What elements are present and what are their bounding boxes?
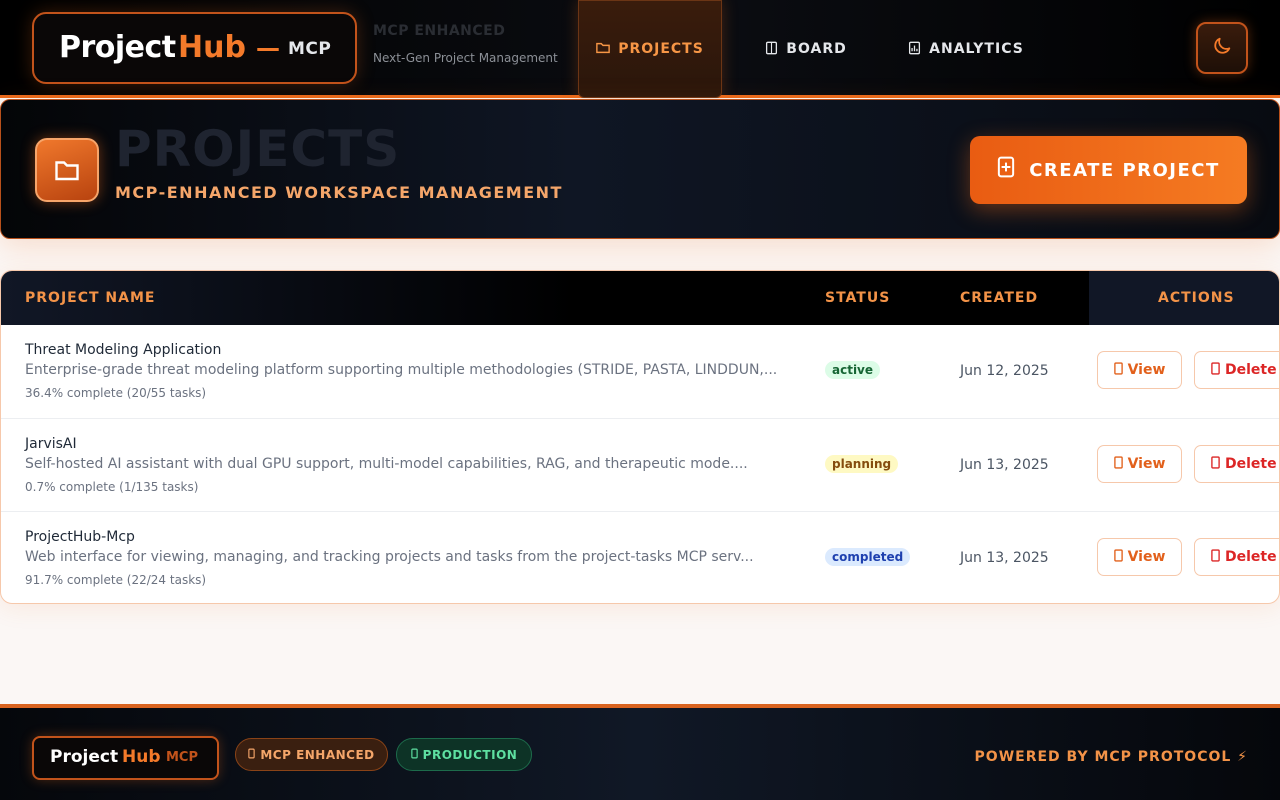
logo-dash: — (256, 34, 280, 62)
create-project-label: CREATE PROJECT (1029, 159, 1220, 181)
folder-icon (596, 40, 611, 59)
table-row[interactable]: JarvisAI Self-hosted AI assistant with d… (1, 418, 1279, 511)
page-subtitle: MCP-ENHANCED WORKSPACE MANAGEMENT (115, 183, 563, 202)
view-button[interactable]: View (1097, 351, 1182, 389)
projects-table: PROJECT NAME STATUS CREATED ACTIONS Thre… (0, 270, 1280, 604)
eye-icon (1113, 361, 1123, 379)
tagline-title: MCP ENHANCED (373, 23, 506, 39)
logo-mcp-text: MCP (288, 39, 332, 59)
project-description: Self-hosted AI assistant with dual GPU s… (25, 456, 748, 472)
tagline-subtitle: Next-Gen Project Management (373, 51, 558, 65)
status-badge: completed (825, 548, 911, 566)
footer-logo-project: Project (50, 747, 119, 767)
trash-icon (1211, 361, 1220, 379)
nav-tab-projects[interactable]: PROJECTS (578, 0, 722, 98)
nav-tab-label: BOARD (786, 41, 847, 57)
eye-icon (1113, 548, 1123, 566)
chart-icon (908, 40, 921, 59)
delete-label: Delete (1225, 549, 1277, 565)
nav-tab-analytics[interactable]: ANALYTICS (896, 0, 1036, 98)
table-row[interactable]: Threat Modeling Application Enterprise-g… (1, 325, 1279, 418)
project-name[interactable]: Threat Modeling Application (25, 342, 221, 358)
column-header-status[interactable]: STATUS (825, 290, 890, 306)
table-row[interactable]: ProjectHub-Mcp Web interface for viewing… (1, 511, 1279, 603)
view-label: View (1127, 456, 1166, 472)
table-header: PROJECT NAME STATUS CREATED ACTIONS (1, 271, 1279, 325)
moon-icon (1211, 35, 1233, 61)
check-icon (410, 748, 418, 762)
footer: Project Hub MCP MCP ENHANCED PRODUCTION … (0, 704, 1280, 800)
production-badge: PRODUCTION (396, 738, 532, 771)
delete-button[interactable]: Delete (1194, 351, 1279, 389)
board-icon (765, 40, 778, 59)
page-title: PROJECTS (115, 120, 401, 178)
logo-project-text: Project (59, 30, 176, 65)
view-label: View (1127, 362, 1166, 378)
theme-toggle-button[interactable] (1196, 22, 1248, 74)
view-label: View (1127, 549, 1166, 565)
project-progress: 91.7% complete (22/24 tasks) (25, 573, 207, 587)
bolt-icon (248, 748, 256, 762)
footer-logo-hub: Hub (122, 747, 161, 767)
logo-hub-text: Hub (178, 30, 246, 65)
plus-icon (997, 156, 1015, 184)
powered-by-text: POWERED BY MCP PROTOCOL ⚡ (974, 749, 1248, 765)
projects-folder-icon (35, 138, 99, 202)
footer-logo-mcp: MCP (166, 750, 199, 765)
footer-logo[interactable]: Project Hub MCP (32, 736, 219, 780)
project-description: Enterprise-grade threat modeling platfor… (25, 362, 778, 378)
page-header: PROJECTS MCP-ENHANCED WORKSPACE MANAGEME… (0, 99, 1280, 239)
delete-label: Delete (1225, 362, 1277, 378)
trash-icon (1211, 548, 1220, 566)
create-project-button[interactable]: CREATE PROJECT (970, 136, 1247, 204)
mcp-enhanced-label: MCP ENHANCED (260, 747, 375, 762)
status-badge: active (825, 361, 881, 379)
app-logo[interactable]: Project Hub — MCP (32, 12, 357, 84)
delete-button[interactable]: Delete (1194, 445, 1279, 483)
column-header-actions: ACTIONS (1158, 290, 1235, 306)
project-name[interactable]: ProjectHub-Mcp (25, 529, 135, 545)
top-navbar: Project Hub — MCP MCP ENHANCED Next-Gen … (0, 0, 1280, 98)
eye-icon (1113, 455, 1123, 473)
project-progress: 0.7% complete (1/135 tasks) (25, 480, 199, 494)
trash-icon (1211, 455, 1220, 473)
delete-label: Delete (1225, 456, 1277, 472)
view-button[interactable]: View (1097, 445, 1182, 483)
delete-button[interactable]: Delete (1194, 538, 1279, 576)
column-header-project-name[interactable]: PROJECT NAME (25, 290, 155, 306)
nav-tab-label: ANALYTICS (929, 41, 1024, 57)
created-date: Jun 13, 2025 (960, 550, 1049, 566)
nav-tab-board[interactable]: BOARD (752, 0, 860, 98)
view-button[interactable]: View (1097, 538, 1182, 576)
production-label: PRODUCTION (422, 747, 518, 762)
project-name[interactable]: JarvisAI (25, 436, 77, 452)
nav-tab-label: PROJECTS (618, 41, 704, 57)
status-badge: planning (825, 455, 899, 473)
column-header-created[interactable]: CREATED (960, 290, 1038, 306)
created-date: Jun 12, 2025 (960, 363, 1049, 379)
created-date: Jun 13, 2025 (960, 457, 1049, 473)
mcp-enhanced-badge: MCP ENHANCED (235, 738, 388, 771)
project-description: Web interface for viewing, managing, and… (25, 549, 754, 565)
project-progress: 36.4% complete (20/55 tasks) (25, 386, 207, 400)
